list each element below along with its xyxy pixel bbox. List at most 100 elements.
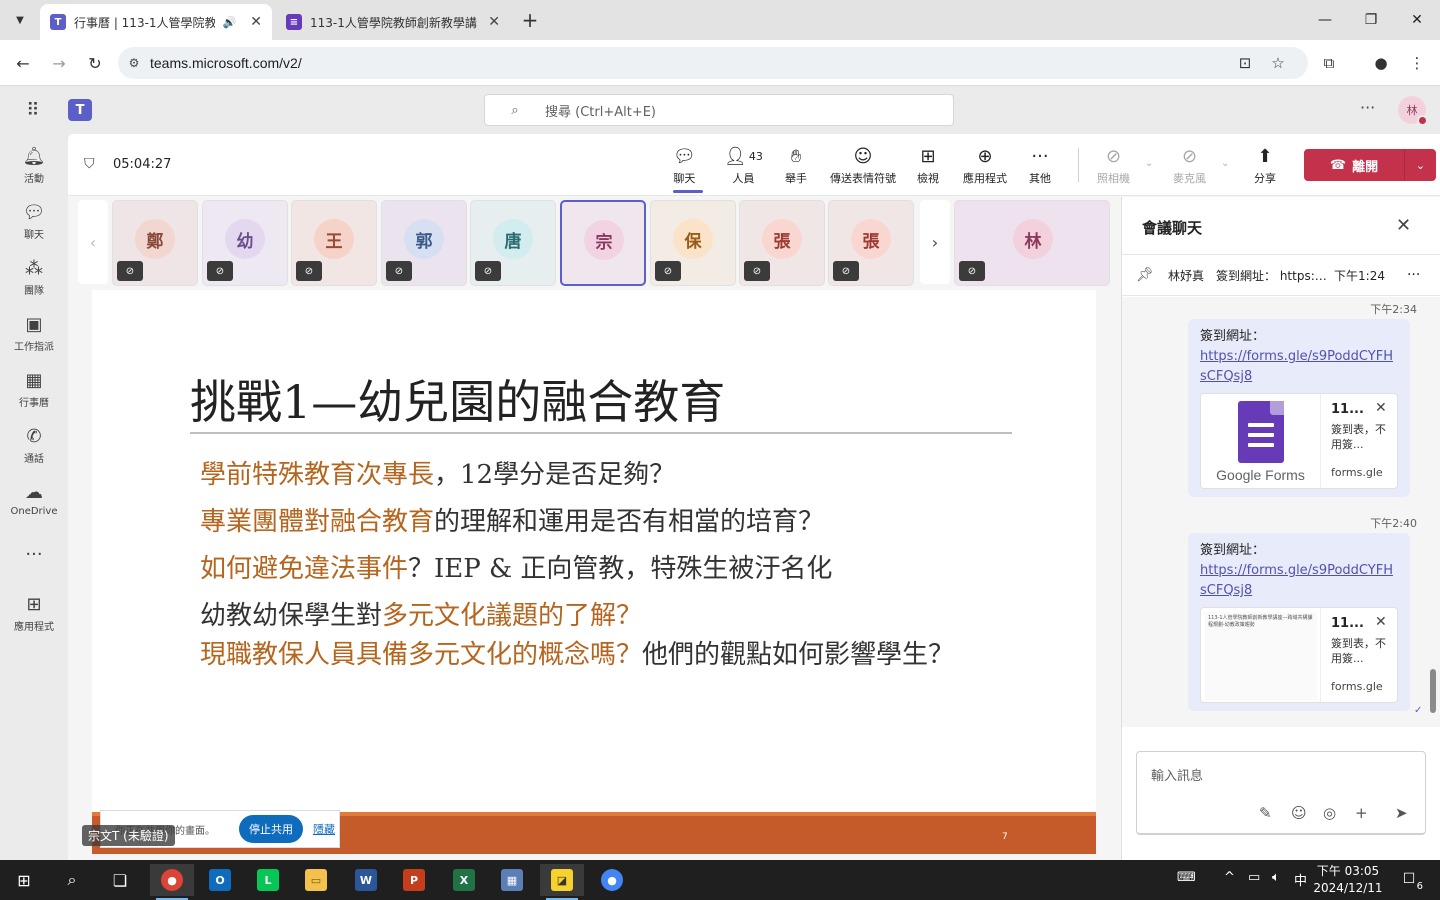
rail-item-assignments[interactable]: ▣ 工作指派	[0, 312, 68, 354]
file-explorer-icon[interactable]: ▭	[294, 864, 338, 896]
calculator-taskbar-icon[interactable]: ▦	[490, 864, 534, 896]
share-button[interactable]: ⬆ 分享	[1254, 144, 1276, 186]
rail-item-calls[interactable]: ✆ 通話	[0, 424, 68, 466]
rail-item-apps[interactable]: ⊞ 應用程式	[0, 592, 68, 634]
speaker-icon[interactable]: 🔊	[223, 16, 237, 29]
message-link[interactable]: https://forms.gle/s9PoddCYFHsCFQsj8	[1200, 561, 1398, 601]
forward-button[interactable]: →	[46, 50, 72, 76]
emoji-icon[interactable]: ☺	[1291, 804, 1307, 822]
remove-preview-icon[interactable]: ✕	[1375, 614, 1387, 630]
send-icon[interactable]: ➤	[1395, 804, 1408, 822]
leave-button[interactable]: ☎ 離開	[1304, 149, 1404, 181]
pinned-message[interactable]: 📌︎ 林妤真 簽到網址： https://forms.gle/s9PoddCYF…	[1122, 254, 1440, 296]
word-taskbar-icon[interactable]: W	[344, 864, 388, 896]
keyboard-icon[interactable]: ⌨	[1177, 870, 1196, 885]
ime-indicator[interactable]: 中	[1294, 870, 1307, 889]
remove-preview-icon[interactable]: ✕	[1375, 400, 1387, 416]
browser-tab-teams[interactable]: T 行事曆 | 113-1人管學院教師 🔊 ✕	[40, 4, 272, 40]
site-info-icon[interactable]: ⚙	[118, 56, 150, 70]
rail-item-calendar[interactable]: ▦ 行事曆	[0, 368, 68, 410]
link-preview-card[interactable]: Google Forms 11... ✕ 簽到表，不用簽... forms.gl…	[1200, 393, 1398, 489]
participant-tile[interactable]: 張 ⊘	[739, 200, 825, 286]
tray-expand-chevron-icon[interactable]: ^	[1224, 870, 1235, 885]
mic-button[interactable]: ⊘ 麥克風	[1173, 144, 1206, 186]
leave-options-chevron-icon[interactable]: ⌄	[1404, 149, 1436, 181]
camera-button[interactable]: ⊘ 照相機	[1097, 144, 1130, 186]
participant-tile[interactable]: 保 ⊘	[650, 200, 736, 286]
participant-tile[interactable]: 鄭 ⊘	[112, 200, 198, 286]
address-bar[interactable]: ⚙ teams.microsoft.com/v2/	[118, 47, 1308, 79]
user-avatar[interactable]: 林	[1398, 96, 1428, 126]
sticky-notes-taskbar-icon[interactable]: ◪	[540, 864, 584, 900]
task-view-icon[interactable]: ❏	[98, 864, 142, 896]
line-taskbar-icon[interactable]: L	[246, 864, 290, 896]
next-page-button[interactable]: ›	[920, 200, 950, 284]
network-icon[interactable]: ▭	[1248, 870, 1260, 885]
chrome-taskbar-icon[interactable]: ●	[150, 864, 194, 900]
close-tab-icon[interactable]: ✕	[488, 14, 500, 30]
participant-tile[interactable]: 唐 ⊘	[470, 200, 556, 286]
restore-button[interactable]: ❐	[1348, 0, 1394, 40]
system-clock[interactable]: 下午 03:05 2024/12/11	[1310, 863, 1386, 897]
search-icon[interactable]: ⌕	[50, 864, 94, 896]
participant-tile[interactable]: 郭 ⊘	[381, 200, 467, 286]
search-box[interactable]: ⌕ 搜尋 (Ctrl+Alt+E)	[484, 94, 954, 126]
back-button[interactable]: ←	[10, 50, 36, 76]
camera-options-chevron-icon[interactable]: ⌄	[1145, 158, 1153, 169]
browser-menu-icon[interactable]: ⋮	[1404, 50, 1430, 76]
hide-share-bar-link[interactable]: 隱藏	[313, 821, 335, 837]
chat-message-list[interactable]: 下午2:34 簽到網址： https://forms.gle/s9PoddCYF…	[1122, 297, 1440, 727]
rail-item-chat[interactable]: 💬︎ 聊天	[0, 200, 68, 242]
format-icon[interactable]: ✎	[1259, 804, 1272, 822]
participant-tile[interactable]: 張 ⊘	[828, 200, 914, 286]
chrome-profile-taskbar-icon[interactable]: ●	[590, 864, 634, 896]
powerpoint-taskbar-icon[interactable]: P	[392, 864, 436, 896]
participant-tile[interactable]: 王 ⊘	[291, 200, 377, 286]
attach-plus-icon[interactable]: +	[1355, 804, 1368, 822]
more-button[interactable]: ··· 其他	[1029, 144, 1051, 186]
app-launcher-icon[interactable]: ⠿	[22, 99, 44, 121]
extensions-icon[interactable]: ⧉	[1316, 50, 1342, 76]
apps-button[interactable]: ⊕ 應用程式	[963, 144, 1007, 186]
pinned-more-icon[interactable]: ···	[1407, 267, 1420, 283]
reload-button[interactable]: ↻	[82, 50, 108, 76]
previous-page-button[interactable]: ‹	[78, 200, 108, 284]
profile-icon[interactable]: ●	[1368, 50, 1394, 76]
pinned-text: 簽到網址： https://forms.gle/s9PoddCYFHsCFQsj…	[1216, 268, 1328, 283]
loop-icon[interactable]: ◎	[1323, 804, 1336, 822]
stop-sharing-button[interactable]: 停止共用	[239, 815, 303, 843]
participant-tile[interactable]: 幼 ⊘	[202, 200, 288, 286]
windows-start-icon[interactable]: ⊞	[2, 864, 46, 896]
mic-options-chevron-icon[interactable]: ⌄	[1221, 158, 1229, 169]
tab-search-button[interactable]: ▼	[8, 8, 32, 32]
message-link[interactable]: https://forms.gle/s9PoddCYFHsCFQsj8	[1200, 347, 1398, 387]
message-compose-box[interactable]: 輸入訊息 ✎ ☺ ◎ + ➤	[1136, 751, 1426, 835]
rail-item-onedrive[interactable]: ☁ OneDrive	[0, 480, 68, 518]
rail-item-activity[interactable]: 🔔︎ 活動	[0, 144, 68, 186]
close-chat-icon[interactable]: ✕	[1396, 215, 1411, 236]
settings-more-icon[interactable]: ···	[1360, 98, 1375, 117]
reactions-button[interactable]: ☺ 傳送表情符號	[830, 144, 896, 186]
close-tab-icon[interactable]: ✕	[250, 14, 262, 30]
participant-tile[interactable]: 林 ⊘	[954, 200, 1110, 286]
volume-icon[interactable]: 🔈︎	[1272, 870, 1280, 885]
people-button[interactable]: 👤︎ 43 人員	[724, 144, 763, 186]
rail-item-teams[interactable]: ⁂ 團隊	[0, 256, 68, 298]
excel-taskbar-icon[interactable]: X	[442, 864, 486, 896]
participant-tile[interactable]: 宗	[560, 200, 646, 286]
outlook-taskbar-icon[interactable]: O	[198, 864, 242, 896]
link-preview-card[interactable]: 113-1人管學院教師創新教學講座—跨域共構課程規劃-幼教政策趨勢 11... …	[1200, 607, 1398, 703]
minimize-button[interactable]: —	[1302, 0, 1348, 40]
rail-item-more[interactable]: ···	[0, 542, 68, 566]
browser-tab-forms[interactable]: ≡ 113-1人管學院教師創新教學講 ✕	[276, 4, 510, 40]
notification-center-icon[interactable]: ☐ 6	[1398, 868, 1423, 892]
new-tab-button[interactable]: +	[518, 8, 542, 32]
close-window-button[interactable]: ✕	[1394, 0, 1440, 40]
install-app-icon[interactable]: ⊡	[1232, 50, 1258, 76]
browser-tab-strip: ▼ T 行事曆 | 113-1人管學院教師 🔊 ✕ ≡ 113-1人管學院教師創…	[0, 0, 1440, 40]
raise-hand-button[interactable]: ✋︎ 舉手	[785, 144, 807, 186]
view-button[interactable]: ⊞ 檢視	[917, 144, 939, 186]
chat-scrollbar[interactable]	[1430, 669, 1436, 713]
chat-button[interactable]: 💬︎ 聊天	[673, 144, 696, 186]
bookmark-star-icon[interactable]: ☆	[1265, 50, 1291, 76]
